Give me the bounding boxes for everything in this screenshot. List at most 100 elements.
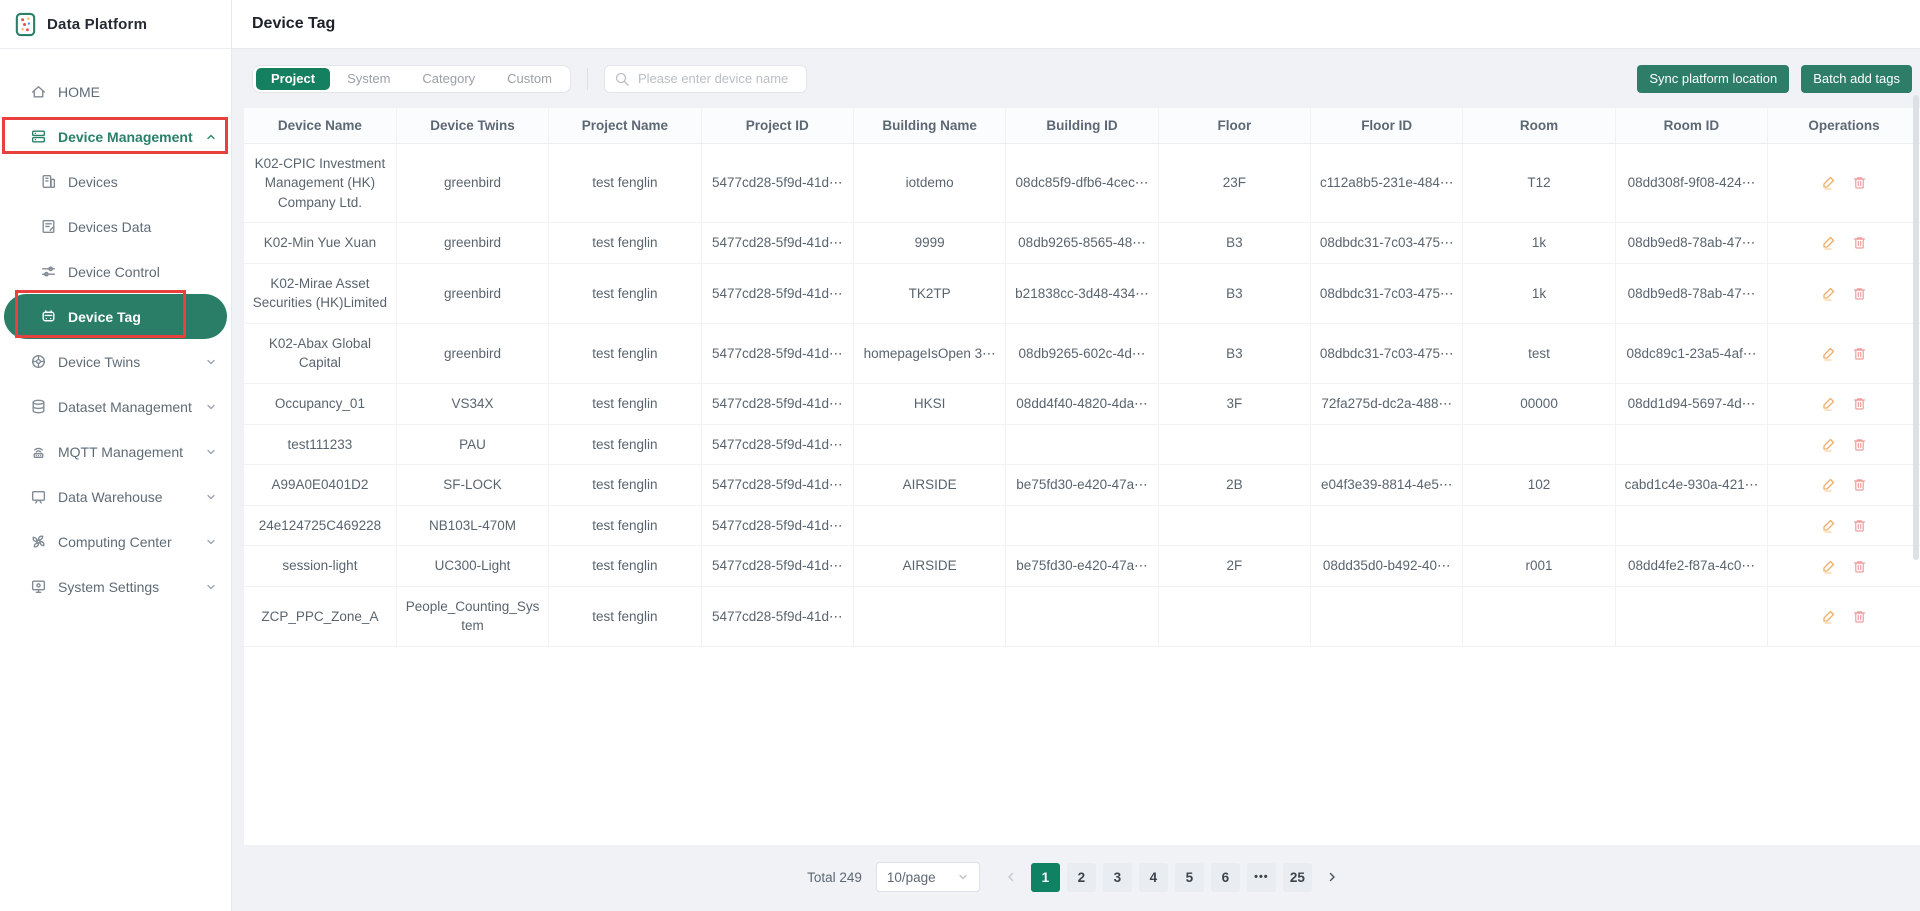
edit-icon[interactable] xyxy=(1821,235,1836,251)
edit-icon[interactable] xyxy=(1821,396,1836,411)
cell-room-id: 08dd1d94-5697-4d⋯ xyxy=(1615,383,1769,425)
cell-building-name xyxy=(853,505,1007,547)
chevron-down-icon xyxy=(957,871,969,883)
cell-building-id xyxy=(1005,586,1159,647)
cell-building-name: 9999 xyxy=(853,222,1007,264)
total-count-label: Total 249 xyxy=(807,869,862,885)
sidebar-item-system-settings[interactable]: System Settings xyxy=(0,564,231,609)
arrow-left-icon xyxy=(1005,871,1017,883)
page-button-25[interactable]: 25 xyxy=(1282,862,1312,892)
delete-icon[interactable] xyxy=(1852,286,1867,301)
tab-project[interactable]: Project xyxy=(256,67,331,90)
brand-title: Data Platform xyxy=(47,15,148,33)
sidebar-item-data-warehouse[interactable]: Data Warehouse xyxy=(0,474,231,519)
cell-device-name: test111233 xyxy=(244,424,397,466)
sidebar-item-devices[interactable]: Devices xyxy=(0,159,231,204)
page-button-6[interactable]: 6 xyxy=(1210,862,1240,892)
sidebar-item-dataset-management[interactable]: Dataset Management xyxy=(0,384,231,429)
devices-data-icon xyxy=(40,218,57,235)
cell-project-name: test fenglin xyxy=(548,143,702,224)
cell-project-name: test fenglin xyxy=(548,323,702,385)
edit-icon[interactable] xyxy=(1821,346,1836,361)
cell-floor-id: 08dd35d0-b492-40⋯ xyxy=(1310,545,1464,587)
sidebar-item-label: MQTT Management xyxy=(58,443,184,460)
page-title: Device Tag xyxy=(252,15,336,32)
home-icon xyxy=(30,83,47,100)
delete-icon[interactable] xyxy=(1852,477,1867,492)
sidebar-item-label: System Settings xyxy=(58,578,160,595)
sidebar-item-label: Devices xyxy=(68,173,118,190)
sidebar-item-device-control[interactable]: Device Control xyxy=(0,249,231,294)
batch-add-tags-button[interactable]: Batch add tags xyxy=(1801,64,1912,93)
sidebar-item-device-twins[interactable]: Device Twins xyxy=(0,339,231,384)
sync-platform-location-button[interactable]: Sync platform location xyxy=(1637,64,1790,93)
column-header-room-id: Room ID xyxy=(1615,108,1769,144)
column-header-room: Room xyxy=(1462,108,1616,144)
pagination: Total 249 10/page 1 2 3 4 5 6 ••• 25 xyxy=(807,862,1345,892)
tab-custom[interactable]: Custom xyxy=(492,68,567,90)
cell-room xyxy=(1462,424,1616,466)
cell-device-twins: NB103L-470M xyxy=(396,505,550,547)
delete-icon[interactable] xyxy=(1852,235,1867,250)
sidebar-item-device-tag[interactable]: Device Tag xyxy=(4,290,227,339)
delete-icon[interactable] xyxy=(1852,559,1867,574)
cell-floor-id xyxy=(1310,424,1464,466)
device-management-icon xyxy=(30,128,47,145)
tab-category[interactable]: Category xyxy=(407,68,490,90)
sidebar-item-label: Computing Center xyxy=(58,533,172,550)
cell-operations xyxy=(1767,222,1920,264)
cell-floor-id: c112a8b5-231e-484⋯ xyxy=(1310,143,1464,224)
page-button-2[interactable]: 2 xyxy=(1066,862,1096,892)
cell-floor-id: e04f3e39-8814-4e5⋯ xyxy=(1310,464,1464,506)
delete-icon[interactable] xyxy=(1852,609,1867,624)
cell-floor xyxy=(1158,505,1312,547)
delete-icon[interactable] xyxy=(1852,175,1867,190)
cell-device-name: 24e124725C469228 xyxy=(244,505,397,547)
page-size-select[interactable]: 10/page xyxy=(875,862,980,892)
page-scrollbar-thumb[interactable] xyxy=(1913,95,1919,560)
cell-floor-id: 72fa275d-dc2a-488⋯ xyxy=(1310,383,1464,425)
cell-building-id: 08db9265-8565-48⋯ xyxy=(1005,222,1159,264)
tab-system[interactable]: System xyxy=(332,68,405,90)
table-body: K02-CPIC Investment Management (HK) Comp… xyxy=(244,143,1920,647)
page-button-3[interactable]: 3 xyxy=(1102,862,1132,892)
row-operations xyxy=(1776,437,1912,452)
cell-room-id xyxy=(1615,424,1769,466)
sidebar-item-devices-data[interactable]: Devices Data xyxy=(0,204,231,249)
sidebar-item-home[interactable]: HOME xyxy=(0,69,231,114)
search-input[interactable] xyxy=(635,70,796,87)
edit-icon[interactable] xyxy=(1821,286,1836,301)
page-button-4[interactable]: 4 xyxy=(1138,862,1168,892)
cell-project-id: 5477cd28-5f9d-41d⋯ xyxy=(701,222,854,264)
delete-icon[interactable] xyxy=(1852,396,1867,411)
next-page-button[interactable] xyxy=(1319,863,1345,892)
row-operations xyxy=(1776,559,1912,574)
cell-building-name: AIRSIDE xyxy=(853,464,1007,506)
cell-building-name xyxy=(853,424,1007,466)
edit-icon[interactable] xyxy=(1821,518,1836,533)
delete-icon[interactable] xyxy=(1852,437,1867,452)
cell-device-name: K02-CPIC Investment Management (HK) Comp… xyxy=(244,143,397,224)
chevron-down-icon xyxy=(205,581,217,593)
cell-device-twins: greenbird xyxy=(396,263,550,324)
edit-icon[interactable] xyxy=(1821,175,1836,190)
sidebar-item-label: Device Twins xyxy=(58,353,141,370)
edit-icon[interactable] xyxy=(1821,559,1836,574)
cell-floor: B3 xyxy=(1158,323,1312,385)
device-name-search-box[interactable] xyxy=(603,64,807,93)
delete-icon[interactable] xyxy=(1852,346,1867,361)
sidebar-item-mqtt-management[interactable]: MQTT Management xyxy=(0,429,231,474)
pagination-ellipsis-button[interactable]: ••• xyxy=(1246,862,1276,892)
sidebar-item-computing-center[interactable]: Computing Center xyxy=(0,519,231,564)
cell-building-id: 08dd4f40-4820-4da⋯ xyxy=(1005,383,1159,425)
edit-icon[interactable] xyxy=(1821,477,1836,493)
sidebar-item-device-management[interactable]: Device Management xyxy=(0,114,231,159)
page-button-1[interactable]: 1 xyxy=(1030,862,1060,892)
delete-icon[interactable] xyxy=(1852,518,1867,533)
edit-icon[interactable] xyxy=(1821,437,1836,452)
previous-page-button[interactable] xyxy=(998,863,1024,892)
edit-icon[interactable] xyxy=(1821,609,1836,624)
cell-project-id: 5477cd28-5f9d-41d⋯ xyxy=(701,143,854,224)
chevron-down-icon xyxy=(205,491,217,503)
page-button-5[interactable]: 5 xyxy=(1174,862,1204,892)
